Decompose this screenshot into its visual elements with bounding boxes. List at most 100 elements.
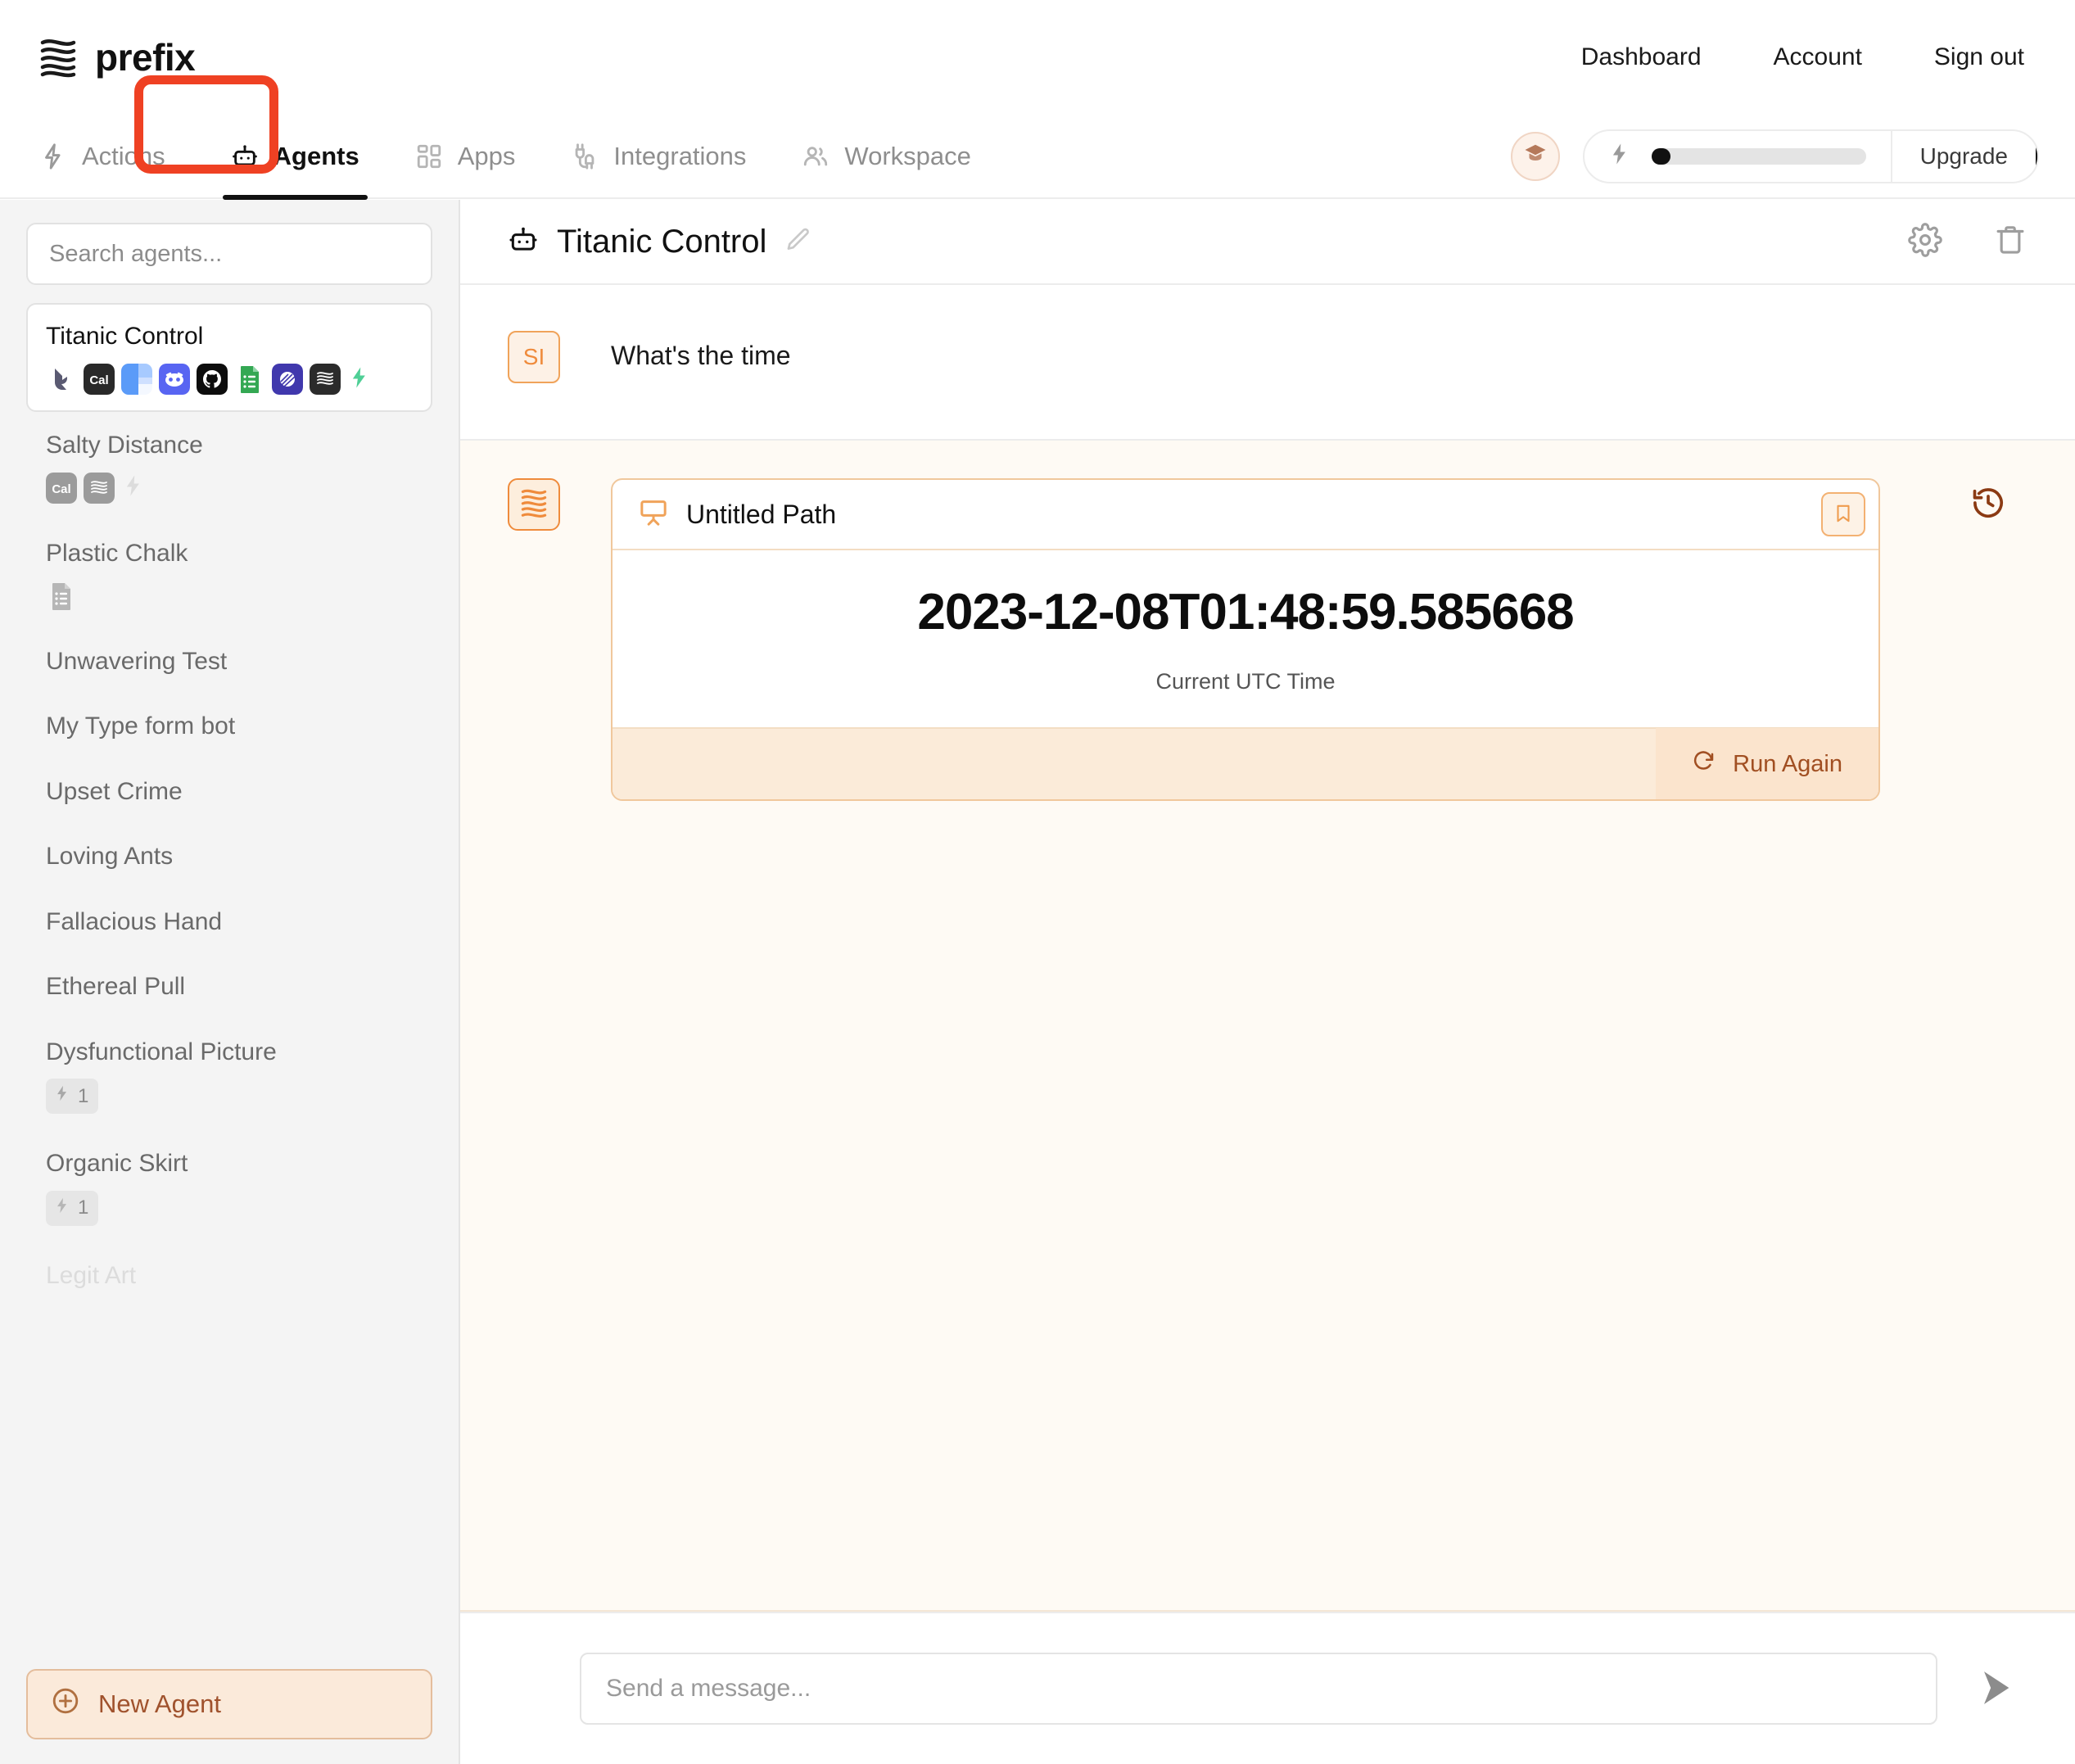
- tab-bar-container: Actions Agents Apps Integrations Workspa…: [0, 75, 2075, 200]
- agent-list-item-dysfunctional-picture[interactable]: Dysfunctional Picture 1: [26, 1019, 432, 1131]
- action-count-value: 1: [78, 1084, 89, 1107]
- agent-name: Plastic Chalk: [46, 540, 188, 567]
- agent-list-item-unwavering-test[interactable]: Unwavering Test: [26, 628, 432, 694]
- message-composer: [460, 1612, 2075, 1764]
- list-scroll-fade: [0, 1556, 459, 1654]
- lightning-icon: [347, 364, 372, 396]
- agent-app-icons: 1: [46, 1079, 413, 1114]
- brand-name: prefix: [95, 36, 196, 79]
- result-card-header: Untitled Path: [613, 480, 1878, 550]
- agent-list-item-my-type-form-bot[interactable]: My Type form bot: [26, 693, 432, 758]
- discord-icon: [159, 364, 190, 395]
- lightning-icon: [121, 472, 146, 504]
- agent-header: Titanic Control: [460, 200, 2075, 285]
- robot-icon: [231, 142, 259, 170]
- bookmark-button[interactable]: [1821, 492, 1865, 536]
- brand[interactable]: prefix: [39, 35, 196, 79]
- run-again-label: Run Again: [1733, 750, 1842, 777]
- nav-link-dashboard[interactable]: Dashboard: [1581, 43, 1702, 71]
- github-icon: [197, 364, 228, 395]
- history-button[interactable]: [1967, 483, 2009, 526]
- lightning-icon: [53, 1083, 71, 1110]
- agent-name: Loving Ants: [46, 843, 174, 870]
- tab-apps[interactable]: Apps: [387, 114, 544, 198]
- graduation-cap-badge[interactable]: [1510, 131, 1560, 181]
- agent-list-item-plastic-chalk[interactable]: Plastic Chalk: [26, 520, 432, 628]
- send-button[interactable]: [1967, 1660, 2024, 1717]
- cal-icon: Cal: [84, 364, 115, 395]
- lightning-icon: [53, 1195, 71, 1222]
- agent-list-item-ethereal-pull[interactable]: Ethereal Pull: [26, 953, 432, 1019]
- tab-workspace[interactable]: Workspace: [774, 114, 999, 198]
- agent-list-item-organic-skirt[interactable]: Organic Skirt 1: [26, 1130, 432, 1242]
- tab-agents-label: Agents: [273, 141, 359, 170]
- plus-circle-icon: [51, 1686, 80, 1722]
- action-count-value: 1: [78, 1196, 89, 1219]
- pencil-icon[interactable]: [784, 226, 812, 258]
- tab-agents[interactable]: Agents: [203, 114, 387, 200]
- agent-title-group: Titanic Control: [508, 224, 812, 260]
- tab-apps-label: Apps: [457, 141, 516, 170]
- graduation-cap-icon: [1523, 142, 1548, 170]
- agent-name: My Type form bot: [46, 712, 236, 740]
- credit-meter-body: [1585, 140, 1891, 172]
- lightning-icon: [39, 142, 67, 170]
- result-card: Untitled Path 2023-12-08T01:48:59.585668…: [611, 478, 1880, 801]
- run-again-button[interactable]: Run Again: [1656, 728, 1878, 799]
- users-icon: [802, 142, 830, 170]
- tab-actions[interactable]: Actions: [39, 114, 203, 198]
- agent-name: Salty Distance: [46, 431, 203, 459]
- result-card-title: Untitled Path: [686, 499, 837, 529]
- conversation: SI What's the time Untitled Path 2023-12…: [460, 285, 2075, 1612]
- tab-integrations-label: Integrations: [613, 141, 747, 170]
- new-agent-container: New Agent: [0, 1654, 459, 1764]
- nav-link-sign-out[interactable]: Sign out: [1934, 43, 2024, 71]
- refresh-icon: [1692, 749, 1716, 780]
- message-input[interactable]: [580, 1653, 1937, 1725]
- credit-meter[interactable]: Upgrade: [1582, 129, 2039, 183]
- action-count-badge: 1: [46, 1190, 99, 1226]
- agent-name: Upset Crime: [46, 777, 183, 805]
- nav-link-account[interactable]: Account: [1774, 43, 1862, 71]
- agent-list-item-fallacious-hand[interactable]: Fallacious Hand: [26, 889, 432, 954]
- trash-icon[interactable]: [1993, 223, 2028, 261]
- purple-circle-icon: [272, 364, 303, 395]
- svg-text:Cal: Cal: [89, 373, 108, 387]
- agent-app-icons: Cal: [46, 472, 413, 504]
- new-agent-button[interactable]: New Agent: [26, 1669, 432, 1739]
- agent-app-icons: 1: [46, 1190, 413, 1226]
- tab-integrations[interactable]: Integrations: [543, 114, 774, 198]
- result-card-body: 2023-12-08T01:48:59.585668 Current UTC T…: [613, 550, 1878, 727]
- wavy-lines-logo-icon: [39, 37, 77, 78]
- google-sheets-icon: [46, 581, 77, 612]
- agent-list-item-titanic-control[interactable]: Titanic Control Cal: [26, 303, 432, 412]
- tab-workspace-label: Workspace: [844, 141, 971, 170]
- agent-name: Titanic Control: [46, 323, 204, 350]
- message-text: What's the time: [611, 341, 791, 370]
- agent-list[interactable]: Titanic Control Cal Salty Distance Cal P…: [0, 303, 459, 1654]
- upgrade-button[interactable]: Upgrade: [1890, 130, 2037, 182]
- svg-text:Cal: Cal: [52, 482, 70, 496]
- lightning-icon: [1607, 140, 1632, 172]
- agent-list-item-loving-ants[interactable]: Loving Ants: [26, 823, 432, 889]
- agent-app-icons: [46, 581, 413, 612]
- body-area: Titanic Control Cal: [0, 200, 2075, 1764]
- prefix-dark-icon: [310, 364, 341, 395]
- agent-name: Dysfunctional Picture: [46, 1038, 277, 1065]
- agent-list-item-legit-art[interactable]: Legit Art: [26, 1242, 432, 1308]
- bookmark-icon: [1833, 503, 1854, 527]
- agent-name: Legit Art: [46, 1261, 137, 1289]
- search-input[interactable]: [26, 223, 432, 285]
- send-arrow-icon: [1973, 1665, 2018, 1713]
- search-container: [0, 200, 459, 303]
- message-agent: Untitled Path 2023-12-08T01:48:59.585668…: [460, 441, 2075, 1612]
- agent-list-item-salty-distance[interactable]: Salty Distance Cal: [26, 412, 432, 521]
- agents-sidebar: Titanic Control Cal: [0, 200, 460, 1764]
- plug-icon: [571, 142, 599, 170]
- google-sheets-icon: [234, 364, 265, 395]
- new-agent-label: New Agent: [98, 1689, 221, 1718]
- agent-name: Organic Skirt: [46, 1150, 188, 1177]
- agent-list-item-upset-crime[interactable]: Upset Crime: [26, 758, 432, 824]
- gear-icon[interactable]: [1908, 222, 1942, 261]
- cal-icon: Cal: [46, 472, 77, 504]
